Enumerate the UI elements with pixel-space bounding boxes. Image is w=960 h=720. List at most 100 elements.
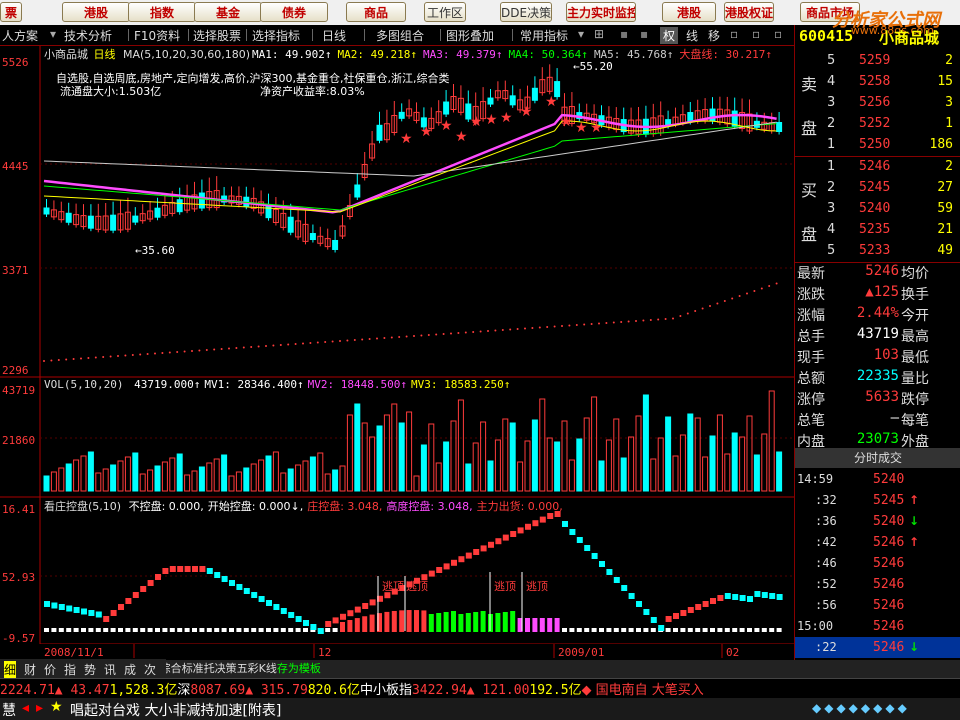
trade-price: 5246: [873, 640, 905, 655]
dropdown-icon[interactable]: ▾: [578, 27, 584, 41]
right-tab-6[interactable]: 成: [124, 661, 136, 678]
ma-params: MA(5,10,20,30,60,180): [123, 48, 250, 61]
market-line-dot: [716, 302, 719, 305]
bottom-tab[interactable]: 存为模板: [277, 662, 321, 675]
top-nav-button[interactable]: 指数: [128, 2, 196, 22]
ctrl-icon[interactable]: ▪: [640, 27, 648, 41]
right-tab-0[interactable]: 细: [4, 661, 17, 678]
bottom-tab[interactable]: 标准: [182, 662, 204, 675]
ma-values-row: MA1: 49.902↑ MA2: 49.218↑ MA3: 49.379↑ MA4:…: [252, 47, 772, 61]
bottom-tab[interactable]: 托决策: [204, 662, 237, 675]
top-nav-button[interactable]: 票: [0, 2, 22, 22]
top-nav-button[interactable]: 债券: [260, 2, 328, 22]
volume-bar: [265, 455, 272, 492]
right-tab-5[interactable]: 讯: [104, 661, 116, 678]
indicator-square: [58, 604, 65, 610]
volume-bar: [776, 451, 783, 492]
toolbar-rights[interactable]: 权: [660, 27, 679, 44]
ctrl-icon[interactable]: ▫: [774, 27, 782, 41]
right-tab-7[interactable]: 次: [144, 661, 156, 678]
indicator-square: [332, 617, 339, 624]
market-line-dot: [568, 324, 571, 327]
indicator-bar: [251, 628, 257, 632]
top-nav-button[interactable]: 主力实时监控: [566, 2, 636, 22]
toolbar-select-stock[interactable]: 选择股票: [193, 27, 241, 44]
ma-value: 大盘线: 30.217↑: [679, 47, 772, 61]
order-volume: 59: [937, 201, 953, 216]
ticker-right-icon[interactable]: ▸: [36, 700, 43, 716]
toolbar-tech-analysis[interactable]: 技术分析: [64, 27, 112, 44]
status-item: 820.6亿: [307, 683, 360, 698]
indicator-bar: [391, 610, 397, 632]
top-nav-button[interactable]: 商品: [346, 2, 406, 22]
bottom-tab[interactable]: 五彩K线: [237, 662, 277, 675]
volume-bar: [420, 444, 427, 492]
indicator-bar: [510, 611, 516, 632]
indicator-square: [280, 608, 287, 614]
right-tab-3[interactable]: 指: [64, 661, 76, 678]
order-level: 4: [827, 74, 836, 89]
chart-title: 小商品城 日线 MA(5,10,20,30,60,180): [44, 47, 250, 61]
indicator-square: [162, 568, 169, 574]
status-item: 192.5亿: [529, 683, 582, 698]
top-nav-button[interactable]: DDE决策: [500, 2, 552, 22]
trade-row: :42 5246 ↑: [795, 532, 960, 553]
order-price: 5233: [859, 243, 891, 258]
indicator-bar: [103, 628, 109, 632]
indicator-bar: [769, 628, 775, 632]
market-line-dot: [265, 345, 267, 347]
market-line-dot: [65, 358, 68, 361]
indicator-bar: [569, 628, 575, 632]
ctrl-icon[interactable]: ▫: [752, 27, 760, 41]
signal-star: ★: [470, 114, 483, 130]
ticker-left-icon[interactable]: ◂: [22, 700, 29, 716]
y-tick: 43719: [2, 384, 35, 397]
ctrl-icon[interactable]: ▫: [730, 27, 738, 41]
kline-chart-area[interactable]: ★ ★ ★★★ ★ ★ ★★★ ★ ★ 5526 4445 3371 2296 43719 2…: [0, 46, 794, 658]
order-volume: 2: [945, 53, 953, 68]
indicator-bar: [243, 628, 249, 632]
indicator-square: [258, 596, 265, 602]
order-volume: 2: [945, 159, 953, 174]
toolbar-line[interactable]: 线: [686, 27, 698, 44]
top-nav-button[interactable]: 港股: [62, 2, 130, 22]
toolbar-select-indicator[interactable]: 选择指标: [252, 27, 300, 44]
dropdown-icon[interactable]: ▾: [50, 27, 56, 41]
volume-bar: [221, 454, 228, 492]
stat-label: 涨停: [797, 392, 825, 408]
volume-bar: [642, 394, 649, 492]
grid-icon[interactable]: ⊞: [594, 27, 604, 41]
toolbar-common-indicator[interactable]: 常用指标: [520, 27, 568, 44]
toolbar-overlay[interactable]: 图形叠加: [446, 27, 494, 44]
ticker-headline[interactable]: 唱起对台戏 大小非减持加速[附表]: [70, 700, 281, 720]
indicator-square: [88, 610, 95, 616]
right-tab-4[interactable]: 势: [84, 661, 96, 678]
right-tab-2[interactable]: 价: [44, 661, 56, 678]
indicator-bar: [44, 628, 49, 632]
top-nav-button[interactable]: 基金: [194, 2, 262, 22]
right-tab-1[interactable]: 财: [24, 661, 36, 678]
market-line-dot: [627, 320, 630, 323]
top-nav-button[interactable]: 港股权证: [724, 2, 774, 22]
toolbar-scheme[interactable]: 人方案: [2, 27, 38, 44]
ctrl-icon[interactable]: ▪: [620, 27, 628, 41]
toolbar-multi-chart[interactable]: 多图组合: [376, 27, 424, 44]
top-nav-button[interactable]: 工作区: [424, 2, 466, 22]
market-line-dot: [368, 338, 371, 340]
market-line-dot: [80, 357, 82, 360]
order-price: 5258: [859, 74, 891, 89]
stat-label: 涨幅: [797, 308, 825, 324]
market-line-dot: [524, 327, 526, 330]
stat-value: 22335: [856, 368, 899, 384]
indicator-square: [724, 593, 731, 599]
indicator-bar: [621, 628, 627, 632]
market-line-dot: [124, 354, 127, 357]
indicator-square: [192, 566, 198, 572]
signal-star: ★: [485, 112, 498, 128]
toolbar-period[interactable]: 日线: [322, 27, 346, 44]
toolbar-f10[interactable]: F10资料: [134, 27, 180, 44]
indicator-bar: [325, 628, 331, 632]
indicator-square: [317, 628, 324, 634]
toolbar-move[interactable]: 移: [708, 27, 720, 44]
top-nav-button[interactable]: 港股: [662, 2, 716, 22]
